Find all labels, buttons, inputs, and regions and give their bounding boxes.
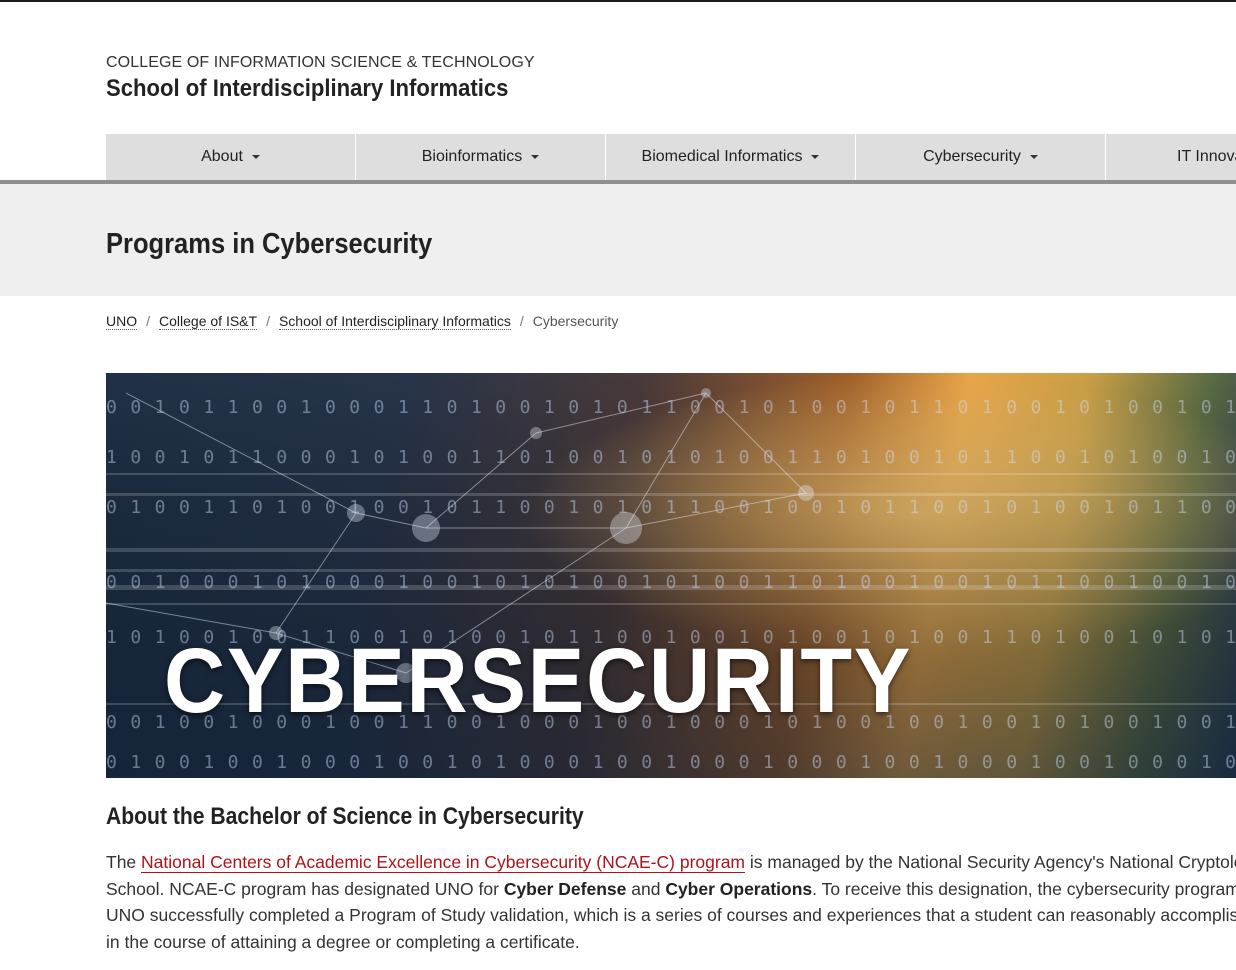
chevron-down-icon [811,155,820,159]
nav-item-label: Cybersecurity [923,148,1021,165]
main-nav: About Bioinformatics Biomedical Informat… [106,134,1236,180]
about-paragraph: The National Centers of Academic Excelle… [106,849,1236,955]
paragraph-line: The National Centers of Academic Excelle… [106,849,1236,876]
paragraph-line: in the course of attaining a degree or c… [106,931,580,952]
nav-item-about[interactable]: About [106,134,356,180]
breadcrumb-separator: / [266,313,270,329]
text-segment: and [626,878,666,899]
nav-item-label: Biomedical Informatics [641,148,803,165]
svg-text:0 1 0 0 1 1 0 1 0 0 1 0 0 1 0: 0 1 0 0 1 1 0 1 0 0 1 0 0 1 0 1 1 0 0 1 … [106,497,1236,518]
svg-text:0 1 0 0 1 0 0 1 0 0 0 1 0 0 1: 0 1 0 0 1 0 0 1 0 0 0 1 0 0 1 0 1 0 0 0 … [106,752,1236,773]
breadcrumb-link-college[interactable]: College of IS&T [159,313,258,330]
nav-item-cybersecurity[interactable]: Cybersecurity [856,134,1106,180]
breadcrumb-separator: / [519,313,524,329]
breadcrumb: UNO / College of IS&T / School of Interdisci… [106,313,619,330]
college-name[interactable]: COLLEGE OF INFORMATION SCIENCE & TECHNOL… [106,53,543,73]
breadcrumb-link-school[interactable]: School of Interdisciplinary Informatics [278,313,511,330]
breadcrumb-link-uno[interactable]: UNO [106,313,138,330]
chevron-down-icon [1029,155,1038,159]
school-name[interactable]: School of Interdisciplinary Informatics [106,75,508,103]
site-header: COLLEGE OF INFORMATION SCIENCE & TECHNOL… [106,53,543,103]
text-segment: . To receive this designation, the cyber… [812,878,1236,899]
nav-item-bioinformatics[interactable]: Bioinformatics [356,134,606,180]
cyber-defense-bold: Cyber Defense [503,878,627,899]
hero-banner: 0 0 1 0 1 1 0 0 1 0 0 0 1 1 0 1 0 0 1 0 … [106,373,1236,778]
section-title: About the Bachelor of Science in Cyberse… [106,803,584,830]
title-band: Programs in Cybersecurity [0,184,1236,296]
chevron-down-icon [251,155,260,159]
text-segment: The [106,852,142,872]
text-segment: is managed by the National Security Agen… [745,852,1236,872]
text-segment: School. NCAE-C program has designated UN… [106,878,504,899]
nav-item-biomedical-informatics[interactable]: Biomedical Informatics [606,134,856,180]
breadcrumb-separator: / [146,313,151,329]
svg-text:1 0 0 1 0 1 1 0 0 0 1 0 1 0 0: 1 0 0 1 0 1 1 0 0 0 1 0 1 0 0 1 1 0 1 0 … [106,447,1236,468]
paragraph-line: UNO successfully completed a Program of … [106,905,1236,925]
nav-item-it-innovation[interactable]: IT Innova [1106,134,1236,180]
nav-item-label: Bioinformatics [421,148,523,165]
top-border [0,0,1236,2]
paragraph-line: School. NCAE-C program has designated UN… [106,876,1236,903]
hero-title: CYBERSECURITY [164,630,913,732]
chevron-down-icon [531,155,540,159]
breadcrumb-current: Cybersecurity [532,313,619,329]
svg-text:0 0 1 0 1 1 0 0 1 0 0 0 1 1 0: 0 0 1 0 1 1 0 0 1 0 0 0 1 1 0 1 0 0 1 0 … [106,397,1236,418]
ncae-c-program-link[interactable]: National Centers of Academic Excellence … [141,852,746,873]
page-title: Programs in Cybersecurity [106,228,433,260]
svg-text:0 0 1 0 0 0 1 0 1 0 0 0 1 0 0: 0 0 1 0 0 0 1 0 1 0 0 0 1 0 0 1 0 1 0 1 … [106,572,1236,593]
cyber-operations-bold: Cyber Operations [665,878,813,899]
nav-item-label: About [201,148,243,165]
nav-item-label: IT Innova [1177,148,1236,165]
